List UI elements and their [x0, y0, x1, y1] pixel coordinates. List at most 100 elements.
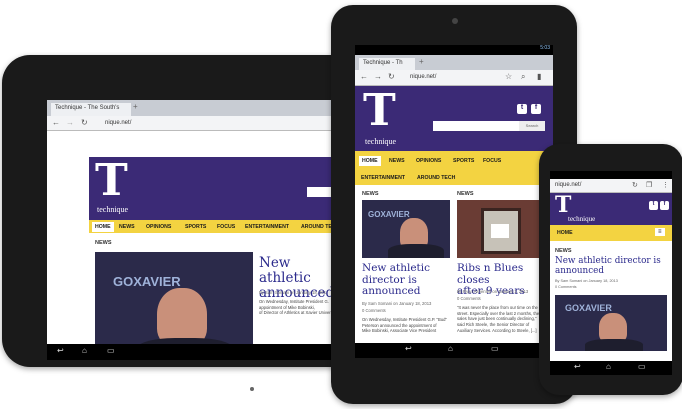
browser-toolbar: ← → ↻ nique.net/ ☆ ⌕ ▮: [355, 70, 553, 86]
article-meta: By Sam Somani on January 18, 201: [259, 290, 327, 295]
browser-tab-bar: Technique - Th +: [355, 55, 553, 70]
logo-letter[interactable]: T: [555, 194, 571, 216]
menu-around-tech[interactable]: AROUND TECH: [417, 175, 455, 181]
back-nav-icon[interactable]: ↩: [57, 346, 64, 355]
menu-home[interactable]: HOME: [359, 156, 381, 166]
browser-tab[interactable]: Technique - The South's: [51, 103, 131, 116]
forward-icon[interactable]: →: [66, 118, 74, 127]
home-nav-icon[interactable]: ⌂: [606, 362, 611, 371]
article-comments[interactable]: 0 Comments: [362, 308, 386, 313]
search-input[interactable]: [433, 121, 519, 131]
back-icon[interactable]: ←: [52, 118, 60, 127]
twitter-icon[interactable]: t: [517, 104, 527, 114]
tabs-icon[interactable]: ❐: [646, 181, 652, 189]
article-excerpt: On Wednesday, Institute President G.P. "…: [362, 317, 454, 334]
menu-entertainment[interactable]: ENTERTAINMENT: [361, 175, 405, 181]
article-title[interactable]: New athletic director is announced: [362, 262, 430, 298]
new-tab-icon[interactable]: +: [133, 102, 138, 111]
url-field[interactable]: nique.net/: [410, 74, 436, 80]
article-title-line: announced: [555, 265, 604, 276]
logo-word: technique: [97, 205, 129, 214]
photo-subject-suit: [585, 339, 643, 351]
site-header: T technique t f: [550, 193, 672, 225]
article2-excerpt: "It was never the place from our time on…: [457, 305, 549, 333]
browser-tab[interactable]: Technique - Th: [359, 58, 415, 70]
browser-toolbar: nique.net/ ↻ ❐ ⋮: [550, 179, 672, 193]
article-title-line: New athletic: [362, 262, 430, 274]
recents-nav-icon[interactable]: ▭: [638, 362, 646, 371]
menu-focus[interactable]: FOCUS: [483, 158, 501, 164]
home-nav-icon[interactable]: ⌂: [448, 344, 453, 353]
logo-letter[interactable]: T: [363, 89, 396, 133]
photo-backdrop-text: GOXAVIER: [565, 303, 612, 313]
menu-sports[interactable]: SPORTS: [185, 224, 206, 230]
phone-screen: nique.net/ ↻ ❐ ⋮ T technique t f HOME ≡ …: [550, 171, 672, 375]
status-time: 5:03: [540, 45, 550, 51]
browser-toolbar: ← → ↻ nique.net/: [47, 116, 343, 131]
main-menu: HOME NEWS OPINIONS SPORTS FOCUS ENTERTAI…: [89, 220, 343, 233]
section-label: NEWS: [555, 248, 572, 254]
article-meta: By Sam Somani on January 18, 2013: [555, 279, 618, 283]
url-field[interactable]: nique.net/: [555, 182, 581, 188]
star-icon[interactable]: ☆: [505, 72, 512, 81]
overflow-icon[interactable]: ⋮: [662, 181, 669, 189]
menu-opinions[interactable]: OPINIONS: [146, 224, 171, 230]
menu-entertainment[interactable]: ENTERTAINMENT: [245, 224, 289, 230]
large-tablet-camera: [250, 387, 254, 391]
phone-navbar: ↩ ⌂ ▭: [550, 361, 672, 375]
medium-tablet-navbar: ↩ ⌂ ▭: [355, 343, 553, 358]
reload-icon[interactable]: ↻: [388, 72, 395, 81]
home-nav-icon[interactable]: ⌂: [82, 346, 87, 355]
facebook-icon[interactable]: f: [531, 104, 541, 114]
menu-news[interactable]: NEWS: [119, 224, 135, 230]
menu-news[interactable]: NEWS: [389, 158, 405, 164]
twitter-icon[interactable]: t: [649, 201, 658, 210]
browser-tab-title: Technique - The South's: [55, 105, 120, 111]
logo-word: technique: [365, 137, 397, 146]
back-icon[interactable]: ←: [360, 72, 368, 81]
recents-nav-icon[interactable]: ▭: [107, 346, 115, 355]
article2-photo[interactable]: [457, 200, 545, 258]
logo-letter[interactable]: T: [95, 159, 128, 203]
search-icon[interactable]: ⌕: [521, 72, 525, 82]
section-label: NEWS: [362, 191, 379, 197]
menu-home[interactable]: HOME: [92, 222, 114, 232]
article-comments[interactable]: 0 Comments: [555, 285, 577, 289]
menu-focus[interactable]: FOCUS: [217, 224, 235, 230]
article-photo[interactable]: GOXAVIER: [555, 295, 667, 351]
back-nav-icon[interactable]: ↩: [574, 362, 581, 371]
photo-sign: [491, 224, 509, 238]
recents-nav-icon[interactable]: ▭: [491, 344, 499, 353]
site-header: T technique t f Search: [355, 86, 553, 151]
section-label: NEWS: [95, 240, 112, 246]
excerpt-line: Auxiliary Services. According to Steele,…: [457, 327, 537, 333]
new-tab-icon[interactable]: +: [419, 57, 424, 66]
menu-icon[interactable]: ≡: [655, 228, 665, 236]
medium-tablet-screen: 5:03 Technique - Th + ← → ↻ nique.net/ ☆…: [355, 45, 553, 358]
menu-home[interactable]: HOME: [557, 230, 573, 236]
logo-word: technique: [568, 215, 596, 223]
devices-showcase: Technique - The South's + ← → ↻ nique.ne…: [0, 0, 682, 409]
back-nav-icon[interactable]: ↩: [405, 344, 412, 353]
section-label: NEWS: [457, 191, 474, 197]
bookmark-icon[interactable]: ▮: [537, 72, 541, 81]
reload-icon[interactable]: ↻: [632, 181, 638, 189]
menu-sports[interactable]: SPORTS: [453, 158, 474, 164]
article2-meta: By Ryan Ashenfelt on January 1, 2013: [457, 289, 529, 294]
reload-icon[interactable]: ↻: [81, 118, 88, 127]
url-field[interactable]: nique.net/: [105, 120, 131, 126]
menu-opinions[interactable]: OPINIONS: [416, 158, 441, 164]
search-button[interactable]: Search: [519, 121, 545, 131]
article2-comments[interactable]: 0 Comments: [457, 296, 481, 301]
main-menu: HOME NEWS OPINIONS SPORTS FOCUS ENTERTAI…: [355, 151, 553, 185]
forward-icon[interactable]: →: [374, 72, 382, 81]
article-photo[interactable]: GOXAVIER: [362, 200, 450, 258]
facebook-icon[interactable]: f: [660, 201, 669, 210]
article-meta: By Sam Somani on January 18, 2013: [362, 301, 432, 306]
photo-subject-suit: [388, 244, 444, 258]
site-header: T technique: [89, 157, 343, 220]
excerpt-line: On Wednesday, Institute President G.P. "…: [362, 317, 447, 322]
large-tablet-screen: Technique - The South's + ← → ↻ nique.ne…: [47, 100, 343, 360]
article-title[interactable]: New athletic director is announced: [555, 256, 661, 276]
excerpt-line: Mike Bobinski, Associate Vice President: [362, 328, 437, 334]
